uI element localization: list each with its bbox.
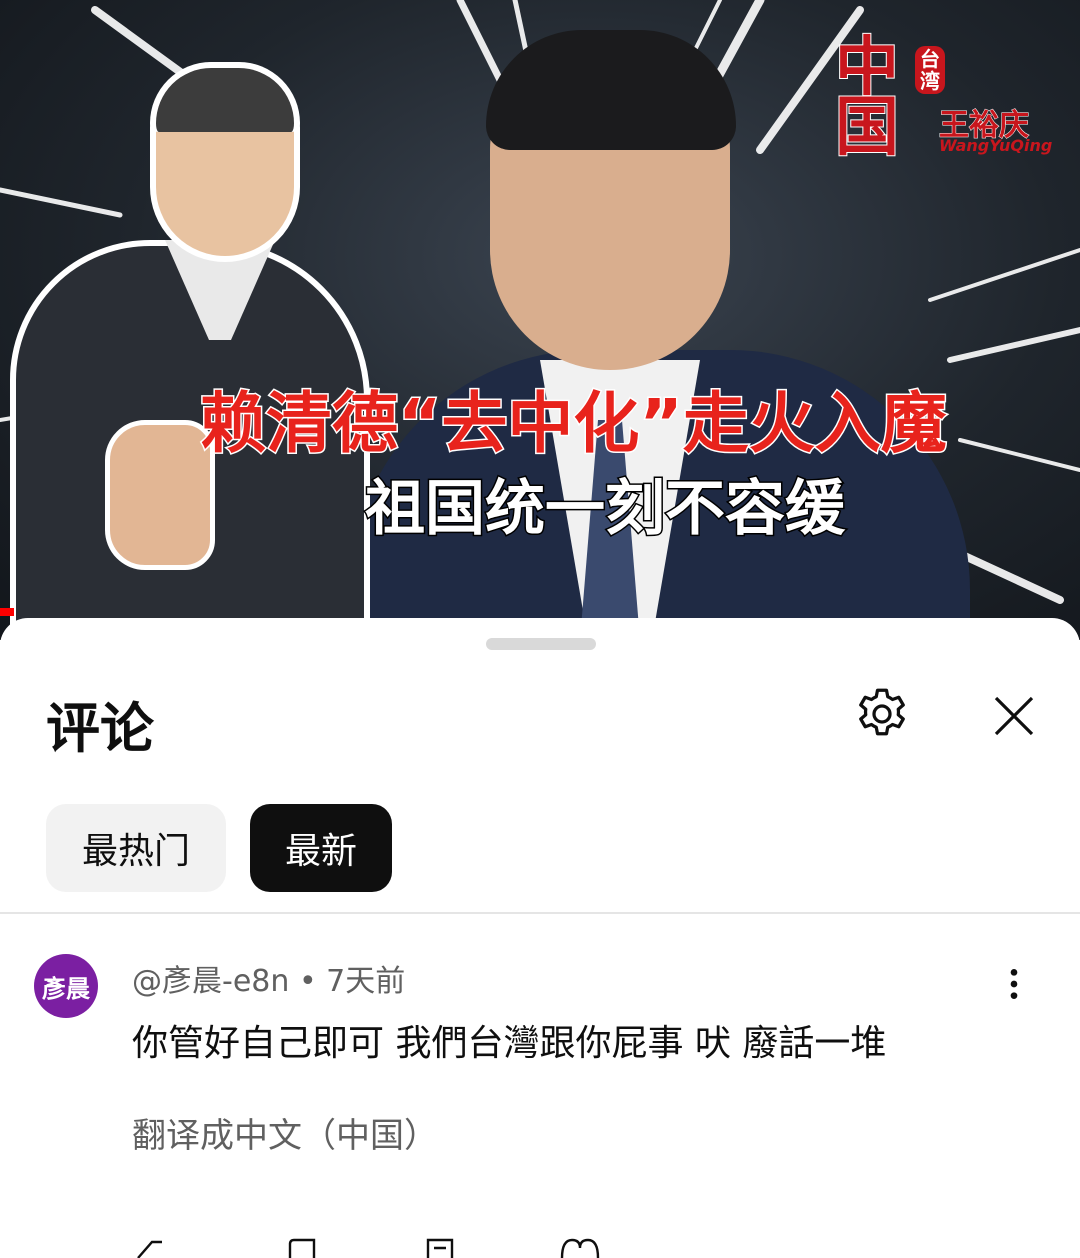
- sheet-drag-handle[interactable]: [486, 638, 596, 650]
- section-divider: [0, 912, 1080, 914]
- channel-logo: 中国 台湾 王裕庆 WangYuQing: [834, 30, 1055, 168]
- comments-title: 评论: [46, 697, 154, 760]
- sort-chip-top[interactable]: 最热门: [46, 804, 226, 892]
- close-icon[interactable]: [990, 692, 1038, 740]
- comment-author[interactable]: @彥晨-e8n: [132, 964, 289, 999]
- sort-chip-newest[interactable]: 最新: [250, 804, 392, 892]
- video-headline: 赖清德“去中化”走火入魔: [199, 384, 949, 464]
- like-icon[interactable]: [132, 1234, 172, 1258]
- avatar[interactable]: 彥晨: [34, 954, 98, 1018]
- translate-link[interactable]: 翻译成中文（中国）: [132, 1108, 438, 1157]
- video-player[interactable]: 赖清德“去中化”走火入魔 祖国统一刻不容缓 中国 台湾 王裕庆 WangYuQi…: [0, 0, 1080, 640]
- meta-separator: •: [298, 964, 327, 999]
- comment-actions: [132, 1234, 632, 1258]
- logo-big-text: 中国: [834, 30, 900, 165]
- comments-sheet: 评论 最热门 最新 彥晨 @彥晨-e8n • 7天前 你管好自己即可 我們台灣跟…: [0, 618, 1080, 1258]
- dislike-icon[interactable]: [282, 1234, 322, 1258]
- more-options-icon[interactable]: [994, 964, 1034, 1004]
- gear-icon[interactable]: [852, 684, 912, 744]
- video-progress-bar[interactable]: [0, 608, 14, 616]
- video-subline: 祖国统一刻不容缓: [364, 473, 847, 546]
- comment-time: 7天前: [326, 964, 406, 999]
- comment-meta: @彥晨-e8n • 7天前: [132, 956, 405, 1000]
- comment-text: 你管好自己即可 我們台灣跟你屁事 吠 廢話一堆: [132, 1023, 887, 1064]
- thumbs-up-hand: [105, 420, 215, 570]
- heart-icon[interactable]: [558, 1234, 602, 1258]
- reply-icon[interactable]: [422, 1234, 462, 1258]
- logo-roman-text: WangYuQing: [939, 136, 1053, 155]
- logo-small-text: 台湾: [915, 46, 945, 94]
